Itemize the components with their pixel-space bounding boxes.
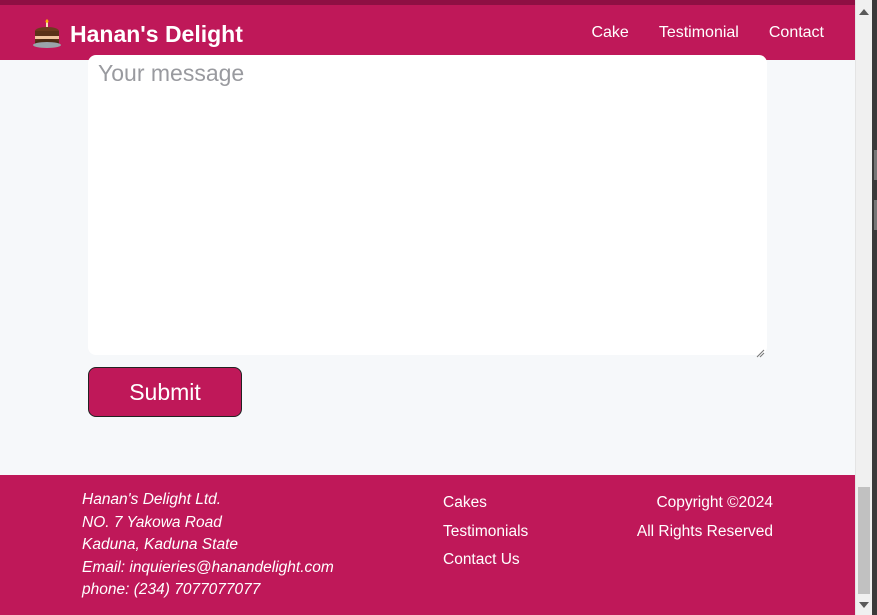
page: Hanan's Delight Cake Testimonial Contact… [0,0,855,615]
nav-link-testimonial[interactable]: Testimonial [659,24,739,42]
footer-links: Cakes Testimonials Contact Us [443,489,528,575]
footer: Hanan's Delight Ltd. NO. 7 Yakowa Road K… [0,475,855,615]
footer-copyright: Copyright ©2024 All Rights Reserved [637,489,773,546]
submit-button[interactable]: Submit [88,367,242,417]
cake-icon [32,19,62,49]
footer-link-cakes[interactable]: Cakes [443,489,528,518]
footer-company: Hanan's Delight Ltd. [82,491,222,508]
footer-address: Hanan's Delight Ltd. NO. 7 Yakowa Road K… [82,489,334,602]
rights-text: All Rights Reserved [636,522,773,540]
scroll-down-icon[interactable] [859,602,869,608]
footer-email: Email: inquieries@hanandelight.com [82,558,334,576]
message-placeholder: Your message [98,60,245,86]
copyright-text: Copyright ©2024 [656,494,773,511]
message-textarea[interactable]: Your message [88,55,767,358]
window-edge [872,0,877,615]
scroll-up-icon[interactable] [859,9,869,15]
brand[interactable]: Hanan's Delight [32,19,243,49]
vertical-scrollbar[interactable] [855,0,872,615]
footer-city: Kaduna, Kaduna State [82,536,238,553]
scroll-thumb[interactable] [858,487,870,594]
nav-links: Cake Testimonial Contact [591,24,824,42]
footer-street: NO. 7 Yakowa Road [82,513,222,531]
resize-grip-icon[interactable] [755,343,765,358]
footer-link-testimonials[interactable]: Testimonials [443,518,528,547]
nav-link-cake[interactable]: Cake [591,24,628,42]
navbar: Hanan's Delight Cake Testimonial Contact [0,0,855,60]
footer-link-contact-us[interactable]: Contact Us [443,546,528,575]
brand-name: Hanan's Delight [70,20,243,47]
footer-phone: phone: (234) 7077077077 [82,581,261,598]
nav-link-contact[interactable]: Contact [769,24,824,42]
